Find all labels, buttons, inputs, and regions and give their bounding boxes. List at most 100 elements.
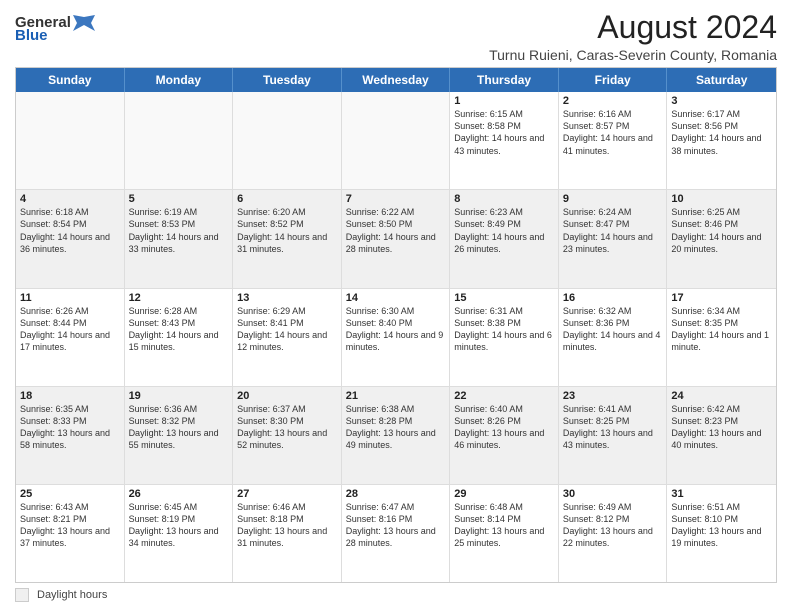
day-cell-10: 10Sunrise: 6:25 AM Sunset: 8:46 PM Dayli… xyxy=(667,190,776,287)
day-info: Sunrise: 6:25 AM Sunset: 8:46 PM Dayligh… xyxy=(671,206,772,255)
header: General Blue August 2024 Turnu Ruieni, C… xyxy=(15,10,777,63)
footer: Daylight hours xyxy=(15,588,777,602)
day-cell-16: 16Sunrise: 6:32 AM Sunset: 8:36 PM Dayli… xyxy=(559,289,668,386)
day-info: Sunrise: 6:20 AM Sunset: 8:52 PM Dayligh… xyxy=(237,206,337,255)
day-number: 19 xyxy=(129,390,229,402)
day-number: 18 xyxy=(20,390,120,402)
day-cell-1: 1Sunrise: 6:15 AM Sunset: 8:58 PM Daylig… xyxy=(450,92,559,189)
calendar-header: SundayMondayTuesdayWednesdayThursdayFrid… xyxy=(16,68,776,92)
day-cell-8: 8Sunrise: 6:23 AM Sunset: 8:49 PM Daylig… xyxy=(450,190,559,287)
day-header-thursday: Thursday xyxy=(450,68,559,92)
day-cell-20: 20Sunrise: 6:37 AM Sunset: 8:30 PM Dayli… xyxy=(233,387,342,484)
day-info: Sunrise: 6:34 AM Sunset: 8:35 PM Dayligh… xyxy=(671,305,772,354)
day-cell-2: 2Sunrise: 6:16 AM Sunset: 8:57 PM Daylig… xyxy=(559,92,668,189)
day-info: Sunrise: 6:31 AM Sunset: 8:38 PM Dayligh… xyxy=(454,305,554,354)
day-cell-5: 5Sunrise: 6:19 AM Sunset: 8:53 PM Daylig… xyxy=(125,190,234,287)
day-info: Sunrise: 6:42 AM Sunset: 8:23 PM Dayligh… xyxy=(671,403,772,452)
calendar-week-3: 11Sunrise: 6:26 AM Sunset: 8:44 PM Dayli… xyxy=(16,289,776,387)
day-info: Sunrise: 6:32 AM Sunset: 8:36 PM Dayligh… xyxy=(563,305,663,354)
day-info: Sunrise: 6:38 AM Sunset: 8:28 PM Dayligh… xyxy=(346,403,446,452)
day-number: 13 xyxy=(237,292,337,304)
empty-cell xyxy=(125,92,234,189)
calendar-week-1: 1Sunrise: 6:15 AM Sunset: 8:58 PM Daylig… xyxy=(16,92,776,190)
day-header-wednesday: Wednesday xyxy=(342,68,451,92)
day-cell-23: 23Sunrise: 6:41 AM Sunset: 8:25 PM Dayli… xyxy=(559,387,668,484)
logo: General Blue xyxy=(15,14,95,44)
day-cell-7: 7Sunrise: 6:22 AM Sunset: 8:50 PM Daylig… xyxy=(342,190,451,287)
day-cell-28: 28Sunrise: 6:47 AM Sunset: 8:16 PM Dayli… xyxy=(342,485,451,582)
day-header-friday: Friday xyxy=(559,68,668,92)
day-number: 7 xyxy=(346,193,446,205)
day-info: Sunrise: 6:46 AM Sunset: 8:18 PM Dayligh… xyxy=(237,501,337,550)
day-number: 17 xyxy=(671,292,772,304)
day-cell-6: 6Sunrise: 6:20 AM Sunset: 8:52 PM Daylig… xyxy=(233,190,342,287)
day-info: Sunrise: 6:49 AM Sunset: 8:12 PM Dayligh… xyxy=(563,501,663,550)
day-number: 1 xyxy=(454,95,554,107)
day-info: Sunrise: 6:51 AM Sunset: 8:10 PM Dayligh… xyxy=(671,501,772,550)
day-number: 9 xyxy=(563,193,663,205)
day-info: Sunrise: 6:45 AM Sunset: 8:19 PM Dayligh… xyxy=(129,501,229,550)
day-number: 30 xyxy=(563,488,663,500)
day-header-saturday: Saturday xyxy=(667,68,776,92)
calendar-week-5: 25Sunrise: 6:43 AM Sunset: 8:21 PM Dayli… xyxy=(16,485,776,582)
day-info: Sunrise: 6:18 AM Sunset: 8:54 PM Dayligh… xyxy=(20,206,120,255)
day-info: Sunrise: 6:40 AM Sunset: 8:26 PM Dayligh… xyxy=(454,403,554,452)
day-number: 5 xyxy=(129,193,229,205)
day-cell-24: 24Sunrise: 6:42 AM Sunset: 8:23 PM Dayli… xyxy=(667,387,776,484)
logo-bird-icon xyxy=(73,15,95,31)
day-info: Sunrise: 6:29 AM Sunset: 8:41 PM Dayligh… xyxy=(237,305,337,354)
day-cell-17: 17Sunrise: 6:34 AM Sunset: 8:35 PM Dayli… xyxy=(667,289,776,386)
calendar: SundayMondayTuesdayWednesdayThursdayFrid… xyxy=(15,67,777,583)
day-number: 31 xyxy=(671,488,772,500)
day-number: 27 xyxy=(237,488,337,500)
day-info: Sunrise: 6:15 AM Sunset: 8:58 PM Dayligh… xyxy=(454,108,554,157)
day-number: 10 xyxy=(671,193,772,205)
day-info: Sunrise: 6:24 AM Sunset: 8:47 PM Dayligh… xyxy=(563,206,663,255)
day-info: Sunrise: 6:28 AM Sunset: 8:43 PM Dayligh… xyxy=(129,305,229,354)
empty-cell xyxy=(16,92,125,189)
day-cell-11: 11Sunrise: 6:26 AM Sunset: 8:44 PM Dayli… xyxy=(16,289,125,386)
day-header-monday: Monday xyxy=(125,68,234,92)
day-cell-30: 30Sunrise: 6:49 AM Sunset: 8:12 PM Dayli… xyxy=(559,485,668,582)
page: General Blue August 2024 Turnu Ruieni, C… xyxy=(0,0,792,612)
day-header-sunday: Sunday xyxy=(16,68,125,92)
day-cell-21: 21Sunrise: 6:38 AM Sunset: 8:28 PM Dayli… xyxy=(342,387,451,484)
day-info: Sunrise: 6:16 AM Sunset: 8:57 PM Dayligh… xyxy=(563,108,663,157)
logo-blue-text: Blue xyxy=(15,27,48,44)
day-info: Sunrise: 6:36 AM Sunset: 8:32 PM Dayligh… xyxy=(129,403,229,452)
day-number: 26 xyxy=(129,488,229,500)
day-number: 16 xyxy=(563,292,663,304)
day-cell-26: 26Sunrise: 6:45 AM Sunset: 8:19 PM Dayli… xyxy=(125,485,234,582)
day-number: 21 xyxy=(346,390,446,402)
day-cell-25: 25Sunrise: 6:43 AM Sunset: 8:21 PM Dayli… xyxy=(16,485,125,582)
day-cell-13: 13Sunrise: 6:29 AM Sunset: 8:41 PM Dayli… xyxy=(233,289,342,386)
day-cell-14: 14Sunrise: 6:30 AM Sunset: 8:40 PM Dayli… xyxy=(342,289,451,386)
day-number: 22 xyxy=(454,390,554,402)
subtitle: Turnu Ruieni, Caras-Severin County, Roma… xyxy=(489,47,777,63)
day-info: Sunrise: 6:47 AM Sunset: 8:16 PM Dayligh… xyxy=(346,501,446,550)
day-info: Sunrise: 6:43 AM Sunset: 8:21 PM Dayligh… xyxy=(20,501,120,550)
day-cell-15: 15Sunrise: 6:31 AM Sunset: 8:38 PM Dayli… xyxy=(450,289,559,386)
calendar-week-2: 4Sunrise: 6:18 AM Sunset: 8:54 PM Daylig… xyxy=(16,190,776,288)
day-cell-29: 29Sunrise: 6:48 AM Sunset: 8:14 PM Dayli… xyxy=(450,485,559,582)
day-number: 23 xyxy=(563,390,663,402)
day-cell-12: 12Sunrise: 6:28 AM Sunset: 8:43 PM Dayli… xyxy=(125,289,234,386)
day-cell-19: 19Sunrise: 6:36 AM Sunset: 8:32 PM Dayli… xyxy=(125,387,234,484)
day-info: Sunrise: 6:48 AM Sunset: 8:14 PM Dayligh… xyxy=(454,501,554,550)
day-cell-9: 9Sunrise: 6:24 AM Sunset: 8:47 PM Daylig… xyxy=(559,190,668,287)
day-number: 11 xyxy=(20,292,120,304)
day-number: 24 xyxy=(671,390,772,402)
day-cell-3: 3Sunrise: 6:17 AM Sunset: 8:56 PM Daylig… xyxy=(667,92,776,189)
day-number: 29 xyxy=(454,488,554,500)
day-info: Sunrise: 6:37 AM Sunset: 8:30 PM Dayligh… xyxy=(237,403,337,452)
day-info: Sunrise: 6:17 AM Sunset: 8:56 PM Dayligh… xyxy=(671,108,772,157)
day-info: Sunrise: 6:23 AM Sunset: 8:49 PM Dayligh… xyxy=(454,206,554,255)
day-number: 14 xyxy=(346,292,446,304)
day-cell-18: 18Sunrise: 6:35 AM Sunset: 8:33 PM Dayli… xyxy=(16,387,125,484)
calendar-body: 1Sunrise: 6:15 AM Sunset: 8:58 PM Daylig… xyxy=(16,92,776,582)
calendar-week-4: 18Sunrise: 6:35 AM Sunset: 8:33 PM Dayli… xyxy=(16,387,776,485)
day-info: Sunrise: 6:26 AM Sunset: 8:44 PM Dayligh… xyxy=(20,305,120,354)
day-number: 4 xyxy=(20,193,120,205)
day-number: 6 xyxy=(237,193,337,205)
day-cell-31: 31Sunrise: 6:51 AM Sunset: 8:10 PM Dayli… xyxy=(667,485,776,582)
